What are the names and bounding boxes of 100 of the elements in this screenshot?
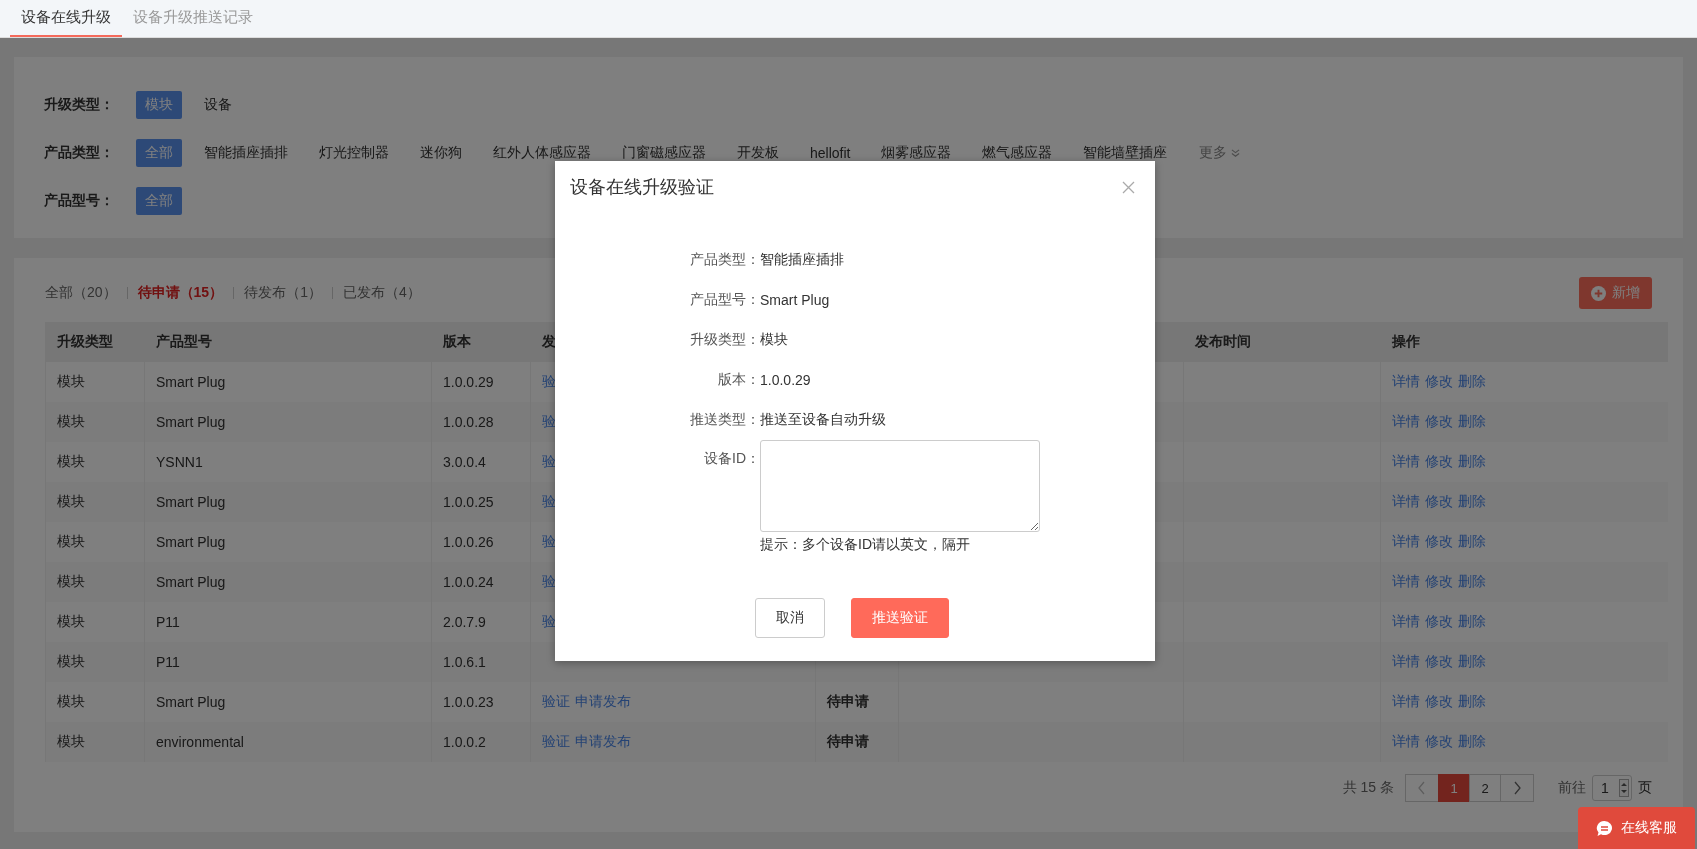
action-link[interactable]: 删除 <box>1458 373 1486 389</box>
action-link[interactable]: 详情 <box>1392 413 1420 429</box>
total-count: 共 15 条 <box>1342 779 1394 797</box>
tab[interactable]: 设备在线升级 <box>10 0 122 37</box>
filter-label: 产品类型： <box>44 144 115 162</box>
add-button[interactable]: 新增 <box>1579 277 1652 309</box>
action-link[interactable]: 详情 <box>1392 453 1420 469</box>
filter-option[interactable]: 设备 <box>195 91 241 119</box>
tab[interactable]: 设备升级推送记录 <box>122 0 264 37</box>
action-link[interactable]: 详情 <box>1392 653 1420 669</box>
filter-option[interactable]: 迷你狗 <box>411 139 471 167</box>
dialog-title: 设备在线升级验证 <box>570 176 714 199</box>
action-link[interactable]: 验 <box>542 533 556 549</box>
action-link[interactable]: 验证 <box>542 733 570 749</box>
table-cell: 2.0.7.9 <box>443 614 486 630</box>
action-link[interactable]: 验 <box>542 493 556 509</box>
spinner-icon <box>1619 779 1629 797</box>
action-link[interactable]: 验 <box>542 573 556 589</box>
action-link[interactable]: 详情 <box>1392 693 1420 709</box>
field-value: 推送至设备自动升级 <box>760 411 886 429</box>
action-link[interactable]: 详情 <box>1392 573 1420 589</box>
field-value: 智能插座插排 <box>760 251 844 269</box>
field-label: 推送类型： <box>689 411 760 429</box>
page-suffix: 页 <box>1638 779 1652 797</box>
action-link[interactable]: 修改 <box>1425 573 1453 589</box>
action-link[interactable]: 详情 <box>1392 493 1420 509</box>
action-link[interactable]: 验 <box>542 613 556 629</box>
status-tab[interactable]: 已发布（4） <box>332 284 431 302</box>
filter-option[interactable]: 全部 <box>136 187 182 215</box>
table-cell: Smart Plug <box>156 374 226 390</box>
action-link[interactable]: 修改 <box>1425 533 1453 549</box>
action-link[interactable]: 删除 <box>1458 493 1486 509</box>
action-link[interactable]: 删除 <box>1458 573 1486 589</box>
status-tab[interactable]: 待发布（1） <box>234 284 332 302</box>
device-id-field[interactable] <box>760 440 1040 532</box>
page-button[interactable]: 2 <box>1469 774 1501 802</box>
action-link[interactable]: 删除 <box>1458 533 1486 549</box>
table-cell: 模块 <box>57 693 85 709</box>
filter-option[interactable]: 全部 <box>136 139 182 167</box>
action-link[interactable]: 详情 <box>1392 613 1420 629</box>
table-cell: Smart Plug <box>156 694 226 710</box>
action-link[interactable]: 验 <box>542 413 556 429</box>
filter-option[interactable]: 红外人体感应器 <box>484 139 600 167</box>
action-link[interactable]: 详情 <box>1392 533 1420 549</box>
table-cell: 1.0.0.23 <box>443 694 494 710</box>
action-link[interactable]: 修改 <box>1425 613 1453 629</box>
field-label: 升级类型： <box>689 331 760 349</box>
action-link[interactable]: 详情 <box>1392 733 1420 749</box>
table-cell: 1.0.0.2 <box>443 734 486 750</box>
status-tab[interactable]: 全部（20） <box>45 284 127 302</box>
action-link[interactable]: 验 <box>542 373 556 389</box>
table-cell: 模块 <box>57 533 85 549</box>
action-link[interactable]: 修改 <box>1425 653 1453 669</box>
table-cell: 1.0.6.1 <box>443 654 486 670</box>
status-tab[interactable]: 待申请（15） <box>127 284 234 302</box>
prev-page-button[interactable] <box>1405 774 1439 802</box>
action-link[interactable]: 验 <box>542 453 556 469</box>
table-cell: 模块 <box>57 733 85 749</box>
action-link[interactable]: 修改 <box>1425 693 1453 709</box>
table-cell: P11 <box>156 614 180 630</box>
column-header: 升级类型 <box>57 333 113 349</box>
filter-option[interactable]: 模块 <box>136 91 182 119</box>
action-link[interactable]: 删除 <box>1458 733 1486 749</box>
filter-label: 升级类型： <box>44 96 115 114</box>
action-link[interactable]: 修改 <box>1425 413 1453 429</box>
filter-option[interactable]: 灯光控制器 <box>310 139 398 167</box>
cancel-button[interactable]: 取消 <box>755 598 825 638</box>
action-link[interactable]: 修改 <box>1425 453 1453 469</box>
chevron-left-icon <box>1417 781 1427 795</box>
table-cell: Smart Plug <box>156 414 226 430</box>
action-link[interactable]: 修改 <box>1425 733 1453 749</box>
action-link[interactable]: 删除 <box>1458 613 1486 629</box>
action-link[interactable]: 修改 <box>1425 493 1453 509</box>
page-input[interactable]: 1 <box>1592 775 1632 801</box>
field-label: 产品类型： <box>689 251 760 269</box>
table-cell: Smart Plug <box>156 494 226 510</box>
more-link[interactable]: 更多 <box>1199 144 1241 162</box>
table-cell: 1.0.0.24 <box>443 574 494 590</box>
action-link[interactable]: 申请发布 <box>575 693 631 709</box>
action-link[interactable]: 详情 <box>1392 373 1420 389</box>
action-link[interactable]: 验证 <box>542 693 570 709</box>
page-button[interactable]: 1 <box>1438 774 1470 802</box>
field-value: 模块 <box>760 331 788 349</box>
next-page-button[interactable] <box>1500 774 1534 802</box>
action-link[interactable]: 修改 <box>1425 373 1453 389</box>
table-cell: 1.0.0.29 <box>443 374 494 390</box>
action-link[interactable]: 申请发布 <box>575 733 631 749</box>
filter-option[interactable]: 智能插座插排 <box>195 139 297 167</box>
action-link[interactable]: 删除 <box>1458 653 1486 669</box>
table-cell: YSNN1 <box>156 454 203 470</box>
table-cell: environmental <box>156 734 244 750</box>
table-cell: 1.0.0.25 <box>443 494 494 510</box>
push-verify-button[interactable]: 推送验证 <box>851 598 949 638</box>
table-cell: Smart Plug <box>156 534 226 550</box>
action-link[interactable]: 删除 <box>1458 413 1486 429</box>
chat-button[interactable]: 在线客服 <box>1578 807 1695 849</box>
action-link[interactable]: 删除 <box>1458 453 1486 469</box>
close-icon[interactable] <box>1122 180 1135 194</box>
table-cell: 模块 <box>57 613 85 629</box>
action-link[interactable]: 删除 <box>1458 693 1486 709</box>
